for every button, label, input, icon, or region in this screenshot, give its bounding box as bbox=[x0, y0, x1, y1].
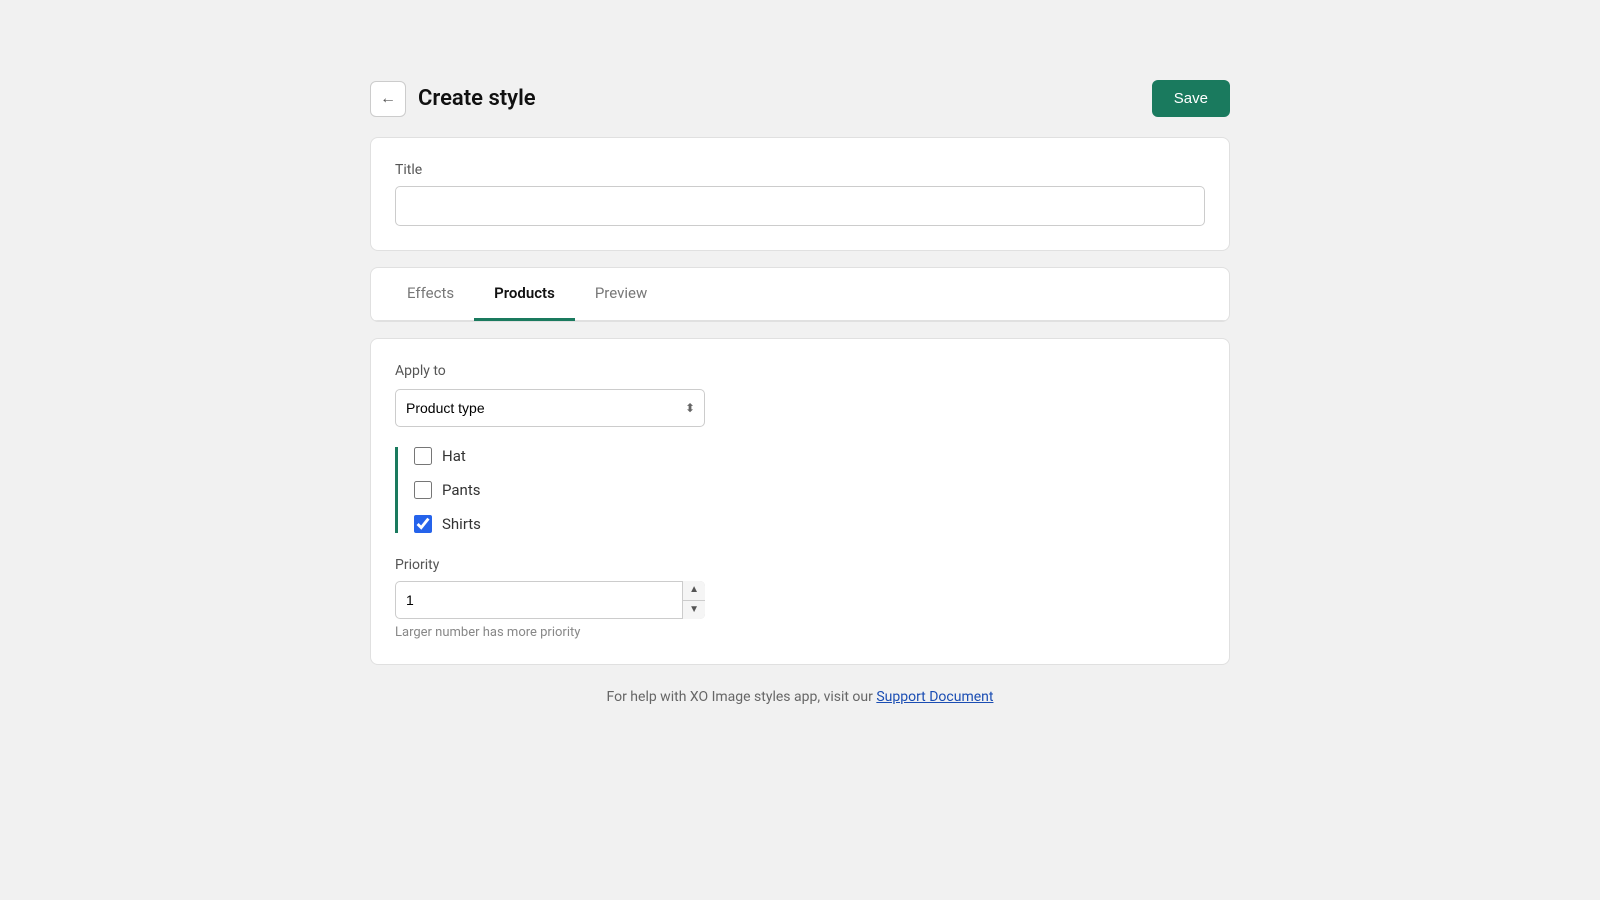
priority-spinners: ▲ ▼ bbox=[682, 581, 705, 619]
checkbox-shirts[interactable]: Shirts bbox=[414, 515, 1205, 533]
back-button[interactable]: ← bbox=[370, 81, 406, 117]
checkbox-pants-label: Pants bbox=[442, 481, 480, 499]
tab-products[interactable]: Products bbox=[474, 268, 575, 321]
footer: For help with XO Image styles app, visit… bbox=[370, 689, 1230, 705]
tabs-container: Effects Products Preview bbox=[370, 267, 1230, 322]
tabs-header: Effects Products Preview bbox=[371, 268, 1229, 321]
page-title: Create style bbox=[418, 86, 536, 111]
tab-preview[interactable]: Preview bbox=[575, 268, 667, 321]
support-document-link[interactable]: Support Document bbox=[876, 689, 993, 705]
apply-to-label: Apply to bbox=[395, 363, 1205, 379]
header-left: ← Create style bbox=[370, 81, 536, 117]
apply-to-select[interactable]: Product type All products Specific produ… bbox=[395, 389, 705, 427]
content-card: Apply to Product type All products Speci… bbox=[370, 338, 1230, 665]
priority-hint: Larger number has more priority bbox=[395, 625, 1205, 640]
title-card: Title bbox=[370, 137, 1230, 251]
priority-label: Priority bbox=[395, 557, 1205, 573]
priority-down-button[interactable]: ▼ bbox=[683, 601, 705, 620]
checkbox-pants[interactable]: Pants bbox=[414, 481, 1205, 499]
checkbox-shirts-label: Shirts bbox=[442, 515, 481, 533]
checkbox-hat[interactable]: Hat bbox=[414, 447, 1205, 465]
priority-input[interactable] bbox=[395, 581, 705, 619]
checkbox-hat-label: Hat bbox=[442, 447, 466, 465]
title-input[interactable] bbox=[395, 186, 1205, 226]
checkbox-pants-input[interactable] bbox=[414, 481, 432, 499]
priority-input-wrapper: ▲ ▼ bbox=[395, 581, 705, 619]
tab-effects[interactable]: Effects bbox=[387, 268, 474, 321]
checkbox-hat-input[interactable] bbox=[414, 447, 432, 465]
priority-up-button[interactable]: ▲ bbox=[683, 581, 705, 601]
page-header: ← Create style Save bbox=[370, 80, 1230, 117]
save-button[interactable]: Save bbox=[1152, 80, 1230, 117]
checkbox-shirts-input[interactable] bbox=[414, 515, 432, 533]
apply-to-select-wrapper: Product type All products Specific produ… bbox=[395, 389, 705, 427]
checkbox-list: Hat Pants Shirts bbox=[395, 447, 1205, 533]
footer-text: For help with XO Image styles app, visit… bbox=[607, 689, 877, 705]
title-label: Title bbox=[395, 162, 1205, 178]
